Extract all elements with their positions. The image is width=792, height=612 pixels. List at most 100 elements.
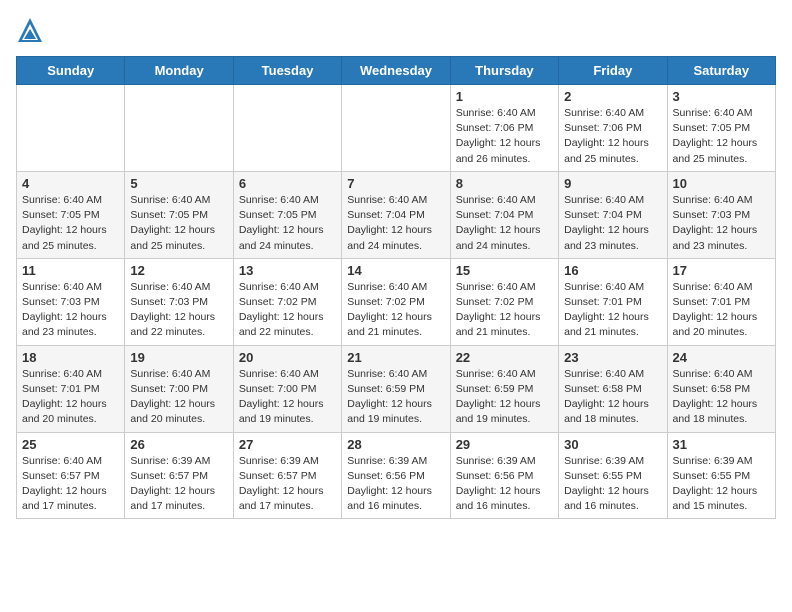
day-detail: Sunrise: 6:40 AMSunset: 7:00 PMDaylight:…	[239, 368, 324, 426]
day-number: 11	[22, 263, 119, 278]
day-detail: Sunrise: 6:40 AMSunset: 7:04 PMDaylight:…	[564, 194, 649, 252]
logo-icon	[16, 16, 44, 44]
day-cell	[233, 85, 341, 172]
day-cell: 20 Sunrise: 6:40 AMSunset: 7:00 PMDayligh…	[233, 345, 341, 432]
week-row-5: 25 Sunrise: 6:40 AMSunset: 6:57 PMDayligh…	[17, 432, 776, 519]
day-detail: Sunrise: 6:39 AMSunset: 6:57 PMDaylight:…	[130, 455, 215, 513]
day-cell: 12 Sunrise: 6:40 AMSunset: 7:03 PMDayligh…	[125, 258, 233, 345]
day-number: 8	[456, 176, 553, 191]
day-number: 13	[239, 263, 336, 278]
day-number: 27	[239, 437, 336, 452]
day-cell: 8 Sunrise: 6:40 AMSunset: 7:04 PMDaylight…	[450, 171, 558, 258]
day-number: 1	[456, 89, 553, 104]
day-detail: Sunrise: 6:40 AMSunset: 7:01 PMDaylight:…	[673, 281, 758, 339]
day-detail: Sunrise: 6:40 AMSunset: 7:05 PMDaylight:…	[673, 107, 758, 165]
day-cell: 16 Sunrise: 6:40 AMSunset: 7:01 PMDayligh…	[559, 258, 667, 345]
day-number: 15	[456, 263, 553, 278]
day-detail: Sunrise: 6:40 AMSunset: 6:57 PMDaylight:…	[22, 455, 107, 513]
calendar-body: 1 Sunrise: 6:40 AMSunset: 7:06 PMDaylight…	[17, 85, 776, 519]
day-detail: Sunrise: 6:40 AMSunset: 6:59 PMDaylight:…	[456, 368, 541, 426]
day-number: 29	[456, 437, 553, 452]
day-cell: 3Sunrise: 6:40 AMSunset: 7:05 PMDaylight…	[667, 85, 775, 172]
day-cell: 21Sunrise: 6:40 AMSunset: 6:59 PMDayligh…	[342, 345, 450, 432]
day-number: 14	[347, 263, 444, 278]
day-cell: 30 Sunrise: 6:39 AMSunset: 6:55 PMDayligh…	[559, 432, 667, 519]
day-detail: Sunrise: 6:40 AMSunset: 7:02 PMDaylight:…	[347, 281, 432, 339]
day-number: 18	[22, 350, 119, 365]
header-cell-saturday: Saturday	[667, 57, 775, 85]
day-cell: 22 Sunrise: 6:40 AMSunset: 6:59 PMDayligh…	[450, 345, 558, 432]
logo	[16, 16, 48, 44]
day-cell: 31 Sunrise: 6:39 AMSunset: 6:55 PMDayligh…	[667, 432, 775, 519]
day-detail: Sunrise: 6:40 AMSunset: 7:05 PMDaylight:…	[239, 194, 324, 252]
day-cell: 4 Sunrise: 6:40 AMSunset: 7:05 PMDaylight…	[17, 171, 125, 258]
day-detail: Sunrise: 6:40 AMSunset: 7:03 PMDaylight:…	[673, 194, 758, 252]
day-detail: Sunrise: 6:40 AMSunset: 7:01 PMDaylight:…	[564, 281, 649, 339]
day-detail: Sunrise: 6:39 AMSunset: 6:57 PMDaylight:…	[239, 455, 324, 513]
day-cell: 24 Sunrise: 6:40 AMSunset: 6:58 PMDayligh…	[667, 345, 775, 432]
day-cell	[17, 85, 125, 172]
day-detail: Sunrise: 6:39 AMSunset: 6:56 PMDaylight:…	[347, 455, 432, 513]
day-detail: Sunrise: 6:40 AMSunset: 7:06 PMDaylight:…	[456, 107, 541, 165]
day-number: 7	[347, 176, 444, 191]
day-detail: Sunrise: 6:40 AMSunset: 6:58 PMDaylight:…	[673, 368, 758, 426]
day-cell: 2 Sunrise: 6:40 AMSunset: 7:06 PMDaylight…	[559, 85, 667, 172]
day-number: 4	[22, 176, 119, 191]
day-number: 17	[673, 263, 770, 278]
header-cell-tuesday: Tuesday	[233, 57, 341, 85]
day-number: 30	[564, 437, 661, 452]
day-number: 25	[22, 437, 119, 452]
day-number: 28	[347, 437, 444, 452]
day-detail: Sunrise: 6:40 AMSunset: 7:02 PMDaylight:…	[456, 281, 541, 339]
day-number: 12	[130, 263, 227, 278]
day-detail: Sunrise: 6:39 AMSunset: 6:55 PMDaylight:…	[564, 455, 649, 513]
day-detail: Sunrise: 6:40 AMSunset: 6:59 PMDaylight:…	[347, 368, 432, 426]
day-cell: 14 Sunrise: 6:40 AMSunset: 7:02 PMDayligh…	[342, 258, 450, 345]
week-row-1: 1 Sunrise: 6:40 AMSunset: 7:06 PMDaylight…	[17, 85, 776, 172]
day-number: 19	[130, 350, 227, 365]
day-detail: Sunrise: 6:40 AMSunset: 7:04 PMDaylight:…	[456, 194, 541, 252]
week-row-3: 11 Sunrise: 6:40 AMSunset: 7:03 PMDayligh…	[17, 258, 776, 345]
week-row-4: 18Sunrise: 6:40 AMSunset: 7:01 PMDayligh…	[17, 345, 776, 432]
day-detail: Sunrise: 6:40 AMSunset: 7:03 PMDaylight:…	[130, 281, 215, 339]
day-cell: 13 Sunrise: 6:40 AMSunset: 7:02 PMDayligh…	[233, 258, 341, 345]
day-detail: Sunrise: 6:39 AMSunset: 6:55 PMDaylight:…	[673, 455, 758, 513]
day-cell	[342, 85, 450, 172]
day-number: 24	[673, 350, 770, 365]
day-detail: Sunrise: 6:40 AMSunset: 7:00 PMDaylight:…	[130, 368, 215, 426]
day-cell: 17 Sunrise: 6:40 AMSunset: 7:01 PMDayligh…	[667, 258, 775, 345]
day-detail: Sunrise: 6:39 AMSunset: 6:56 PMDaylight:…	[456, 455, 541, 513]
day-detail: Sunrise: 6:40 AMSunset: 7:05 PMDaylight:…	[130, 194, 215, 252]
day-number: 16	[564, 263, 661, 278]
header-cell-wednesday: Wednesday	[342, 57, 450, 85]
day-detail: Sunrise: 6:40 AMSunset: 7:06 PMDaylight:…	[564, 107, 649, 165]
day-number: 26	[130, 437, 227, 452]
day-cell: 9Sunrise: 6:40 AMSunset: 7:04 PMDaylight…	[559, 171, 667, 258]
day-cell: 23Sunrise: 6:40 AMSunset: 6:58 PMDayligh…	[559, 345, 667, 432]
day-detail: Sunrise: 6:40 AMSunset: 7:02 PMDaylight:…	[239, 281, 324, 339]
page-header	[16, 16, 776, 44]
day-cell: 10Sunrise: 6:40 AMSunset: 7:03 PMDayligh…	[667, 171, 775, 258]
header-cell-monday: Monday	[125, 57, 233, 85]
day-number: 6	[239, 176, 336, 191]
header-row: SundayMondayTuesdayWednesdayThursdayFrid…	[17, 57, 776, 85]
day-cell: 6 Sunrise: 6:40 AMSunset: 7:05 PMDaylight…	[233, 171, 341, 258]
day-cell: 15 Sunrise: 6:40 AMSunset: 7:02 PMDayligh…	[450, 258, 558, 345]
day-detail: Sunrise: 6:40 AMSunset: 6:58 PMDaylight:…	[564, 368, 649, 426]
week-row-2: 4 Sunrise: 6:40 AMSunset: 7:05 PMDaylight…	[17, 171, 776, 258]
day-detail: Sunrise: 6:40 AMSunset: 7:03 PMDaylight:…	[22, 281, 107, 339]
day-cell: 7Sunrise: 6:40 AMSunset: 7:04 PMDaylight…	[342, 171, 450, 258]
day-cell: 11 Sunrise: 6:40 AMSunset: 7:03 PMDayligh…	[17, 258, 125, 345]
day-cell: 25 Sunrise: 6:40 AMSunset: 6:57 PMDayligh…	[17, 432, 125, 519]
day-number: 31	[673, 437, 770, 452]
day-number: 2	[564, 89, 661, 104]
day-cell: 5Sunrise: 6:40 AMSunset: 7:05 PMDaylight…	[125, 171, 233, 258]
day-detail: Sunrise: 6:40 AMSunset: 7:05 PMDaylight:…	[22, 194, 107, 252]
header-cell-friday: Friday	[559, 57, 667, 85]
header-cell-sunday: Sunday	[17, 57, 125, 85]
day-cell: 1 Sunrise: 6:40 AMSunset: 7:06 PMDaylight…	[450, 85, 558, 172]
day-number: 20	[239, 350, 336, 365]
day-cell	[125, 85, 233, 172]
day-cell: 27 Sunrise: 6:39 AMSunset: 6:57 PMDayligh…	[233, 432, 341, 519]
day-number: 22	[456, 350, 553, 365]
